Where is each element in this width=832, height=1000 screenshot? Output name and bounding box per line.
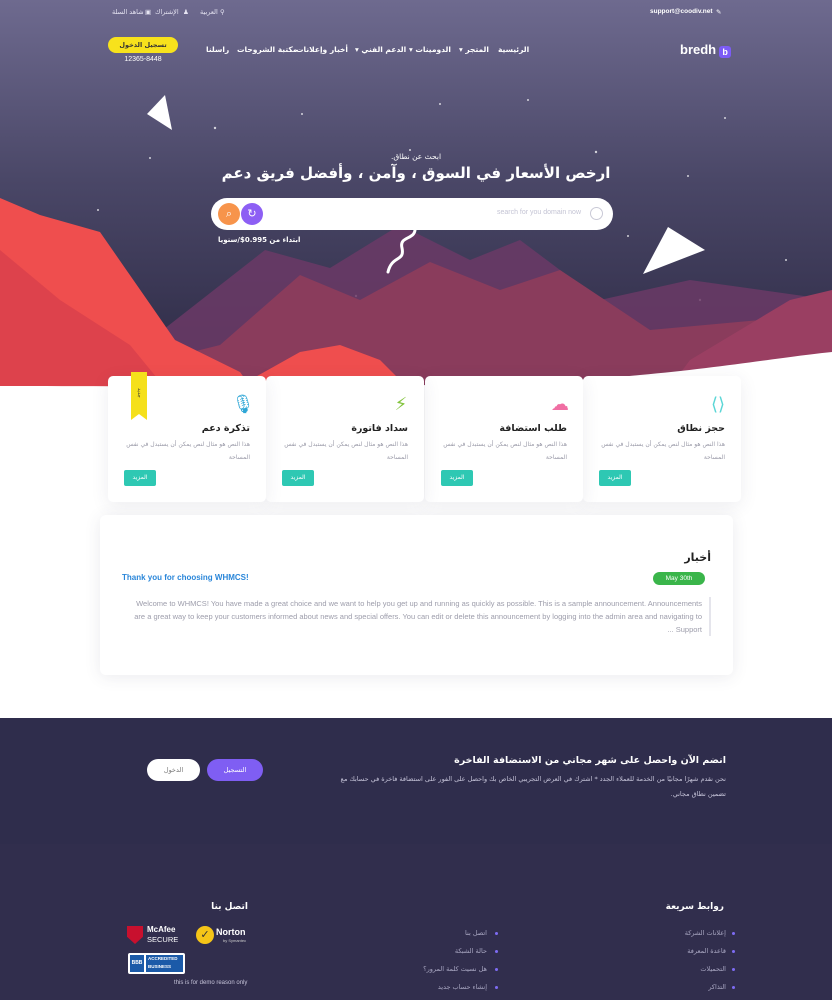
contact-link[interactable]: إنشاء حساب جديد [438,983,487,991]
search-icon: ⌕ [225,207,233,220]
globe-icon [590,207,603,220]
footer: روابط سريعة إعلانات الشركة قاعدة المعرفة… [0,844,832,1000]
bullet-icon [495,950,498,953]
news-date-badge: May 30th [653,572,705,585]
service-title: سداد فاتورة [351,423,408,434]
bullet-icon [732,968,735,971]
nav-item-tutorials[interactable]: مكتبة الشروحات [237,45,297,54]
service-title: طلب استضافة [499,423,567,434]
bbb-text: ACCREDITED BUSINESS [146,955,183,972]
cart-icon: ▣ [145,8,152,16]
quick-link[interactable]: التحميلات [700,965,726,973]
nav-item-domains[interactable]: الدومينات ▾ [409,45,451,54]
email-icon: ✎ [716,8,722,16]
location-icon: ⚲ [220,8,225,16]
service-card-domain: ⟨⟩ حجز نطاق هذا النص هو مثال لنص يمكن أن… [583,376,741,502]
share-icon: ⟨⟩ [710,394,726,415]
search-button[interactable]: ⌕ [218,203,240,225]
bullet-icon [495,932,498,935]
cta-section: انضم الآن واحصل على شهر مجاني من الاستضا… [0,718,832,844]
contact-link[interactable]: حالة الشبكة [455,947,487,955]
service-desc: هذا النص هو مثال لنص يمكن أن يستبدل في ن… [443,441,567,461]
nav-item-home[interactable]: الرئيسية [498,45,529,54]
cta-title: انضم الآن واحصل على شهر مجاني من الاستضا… [454,755,726,766]
domain-search-box: search for you domain now ⌕ ↻ [211,198,613,230]
service-desc: هذا النص هو مثال لنص يمكن أن يستبدل في ن… [284,441,408,461]
language-switcher[interactable]: العربية [200,8,218,16]
bbb-logo: BBB [130,955,144,972]
contact-link[interactable]: هل نسيت كلمة المرور؟ [423,965,487,973]
cloud-download-icon: ☁ [551,394,569,415]
refresh-icon: ↻ [247,207,257,220]
nav-item-store[interactable]: المتجر ▾ [459,45,489,54]
bbb-sub1: ACCREDITED [148,956,178,961]
cta-login-button[interactable]: الدخول [147,759,200,781]
hero-section: support@coodiv.net ✎ العربية ⚲ الإشتراك … [0,0,832,400]
bullet-icon [732,986,735,989]
nav-item-news[interactable]: أخبار وإعلانات [296,45,348,54]
service-card-invoice: ⚡ سداد فاتورة هذا النص هو مثال لنص يمكن … [266,376,424,502]
announcement-body: Welcome to WHMCS! You have made a great … [126,597,711,636]
user-icon: ♟ [183,8,189,16]
quick-link[interactable]: قاعدة المعرفة [687,947,726,955]
topbar: support@coodiv.net ✎ العربية ⚲ الإشتراك … [0,8,832,22]
phone-number: 12365-8448 [124,56,162,63]
microphone-icon: 🎙 [231,394,255,415]
more-button[interactable]: المزيد [282,470,314,486]
service-desc: هذا النص هو مثال لنص يمكن أن يستبدل في ن… [601,441,725,461]
demo-note: this is for demo reason only [174,980,248,986]
norton-badge: ✓ Norton by Symantec [196,926,254,948]
nav-item-store-label: المتجر [465,45,489,54]
hero-title: ارخص الأسعار في السوق ، وآمن ، وأفضل فري… [221,164,611,182]
lightning-icon: ⚡ [394,394,408,415]
shield-icon [127,926,143,944]
service-desc: هذا النص هو مثال لنص يمكن أن يستبدل في ن… [126,441,250,461]
news-heading: أخبار [684,551,711,564]
support-email[interactable]: support@coodiv.net [650,8,713,15]
more-button[interactable]: المزيد [124,470,156,486]
chevron-down-icon: ▾ [459,45,463,54]
service-card-hosting: ☁ طلب استضافة هذا النص هو مثال لنص يمكن … [425,376,583,502]
cta-text: نحن نقدم شهرًا مجانيًا من الخدمة للعملاء… [340,775,726,798]
domain-search-input[interactable]: search for you domain now [497,209,581,216]
hero-subtitle: ابحث عن نطاق. [390,152,442,161]
more-button[interactable]: المزيد [441,470,473,486]
nav-item-support[interactable]: الدعم الفني ▾ [355,45,406,54]
checkmark-icon: ✓ [196,926,214,944]
nav-item-contact[interactable]: راسلنا [206,45,229,54]
bbb-sub2: BUSINESS [148,964,172,969]
view-cart-link[interactable]: شاهد السلة [112,8,144,16]
nav-item-support-label: الدعم الفني [361,45,407,54]
announcement-title-link[interactable]: Thank you for choosing WHMCS! [122,573,249,582]
bullet-icon [495,986,498,989]
bullet-icon [732,950,735,953]
news-panel: أخبار May 30th Thank you for choosing WH… [100,515,733,675]
register-button[interactable]: التسجيل [207,759,263,781]
transfer-button[interactable]: ↻ [241,203,263,225]
more-button[interactable]: المزيد [599,470,631,486]
mcafee-sub: SECURE [147,935,179,944]
bbb-badge: BBB ACCREDITED BUSINESS [128,953,185,974]
service-title: حجز نطاق [677,423,725,434]
chevron-down-icon: ▾ [355,45,359,54]
chevron-down-icon: ▾ [409,45,413,54]
contact-title: اتصل بنا [211,902,248,912]
service-title: تذكرة دعم [201,423,250,434]
new-ribbon: جديد [131,372,147,420]
norton-label: Norton [216,927,246,937]
quick-link[interactable]: التذاكر [708,983,726,991]
quick-link[interactable]: إعلانات الشركة [685,929,726,937]
bullet-icon [732,932,735,935]
contact-link[interactable]: اتصل بنا [465,929,487,937]
norton-sub: by Symantec [223,938,247,943]
price-note: ابتداء من 0.995$/سنويا [218,236,301,244]
mcafee-label: McAfee [147,925,176,934]
mcafee-badge: McAfee SECURE [127,924,185,946]
quick-links-title: روابط سريعة [665,902,724,912]
subscribe-link[interactable]: الإشتراك [155,8,179,16]
nav-item-domains-label: الدومينات [415,45,451,54]
bullet-icon [495,968,498,971]
login-button[interactable]: تسجيل الدخول [108,37,178,53]
